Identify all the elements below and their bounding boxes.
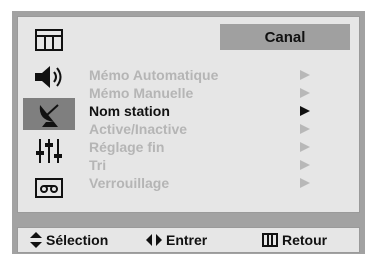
select-hint: Sélection <box>30 232 108 248</box>
select-label: Sélection <box>46 232 109 248</box>
right-arrow-icon <box>300 106 310 116</box>
equalizer-icon[interactable] <box>23 135 75 167</box>
menu-item-nom-station[interactable]: Nom station <box>89 102 329 120</box>
menu-item-label: Nom station <box>89 103 170 119</box>
menu-panel: Canal Mémo Automatique Mémo Manuelle Nom… <box>17 16 360 213</box>
menu-item-label: Mémo Automatique <box>89 67 219 83</box>
right-arrow-icon <box>300 124 310 134</box>
right-arrow-icon <box>300 160 310 170</box>
menu-title: Canal <box>220 24 350 50</box>
menu-item-tri[interactable]: Tri <box>89 156 329 174</box>
right-arrow-icon <box>300 88 310 98</box>
menu-list: Mémo Automatique Mémo Manuelle Nom stati… <box>89 66 329 192</box>
menu-item-label: Mémo Manuelle <box>89 85 194 101</box>
return-label: Retour <box>282 232 328 248</box>
antenna-icon[interactable] <box>23 98 75 130</box>
help-bar: Sélection Entrer Retour <box>17 227 360 253</box>
menu-item-verrouillage[interactable]: Verrouillage <box>89 174 329 192</box>
menu-item-memo-auto[interactable]: Mémo Automatique <box>89 66 329 84</box>
picture-icon[interactable] <box>23 24 75 56</box>
enter-label: Entrer <box>166 232 208 248</box>
osd-frame: Canal Mémo Automatique Mémo Manuelle Nom… <box>12 11 365 254</box>
right-arrow-icon <box>300 70 310 80</box>
menu-icon <box>262 233 278 247</box>
menu-item-label: Tri <box>89 157 107 173</box>
menu-item-label: Active/Inactive <box>89 121 188 137</box>
up-down-arrow-icon <box>30 232 42 248</box>
return-hint: Retour <box>262 232 327 248</box>
right-arrow-icon <box>300 178 310 188</box>
menu-item-reglage-fin[interactable]: Réglage fin <box>89 138 329 156</box>
sidebar <box>23 24 75 207</box>
menu-item-label: Verrouillage <box>89 175 170 191</box>
enter-hint: Entrer <box>146 232 207 248</box>
left-right-arrow-icon <box>146 234 162 246</box>
right-arrow-icon <box>300 142 310 152</box>
tape-icon[interactable] <box>23 172 75 204</box>
menu-item-memo-manuelle[interactable]: Mémo Manuelle <box>89 84 329 102</box>
sound-icon[interactable] <box>23 61 75 93</box>
menu-item-label: Réglage fin <box>89 139 165 155</box>
menu-item-active-inactive[interactable]: Active/Inactive <box>89 120 329 138</box>
